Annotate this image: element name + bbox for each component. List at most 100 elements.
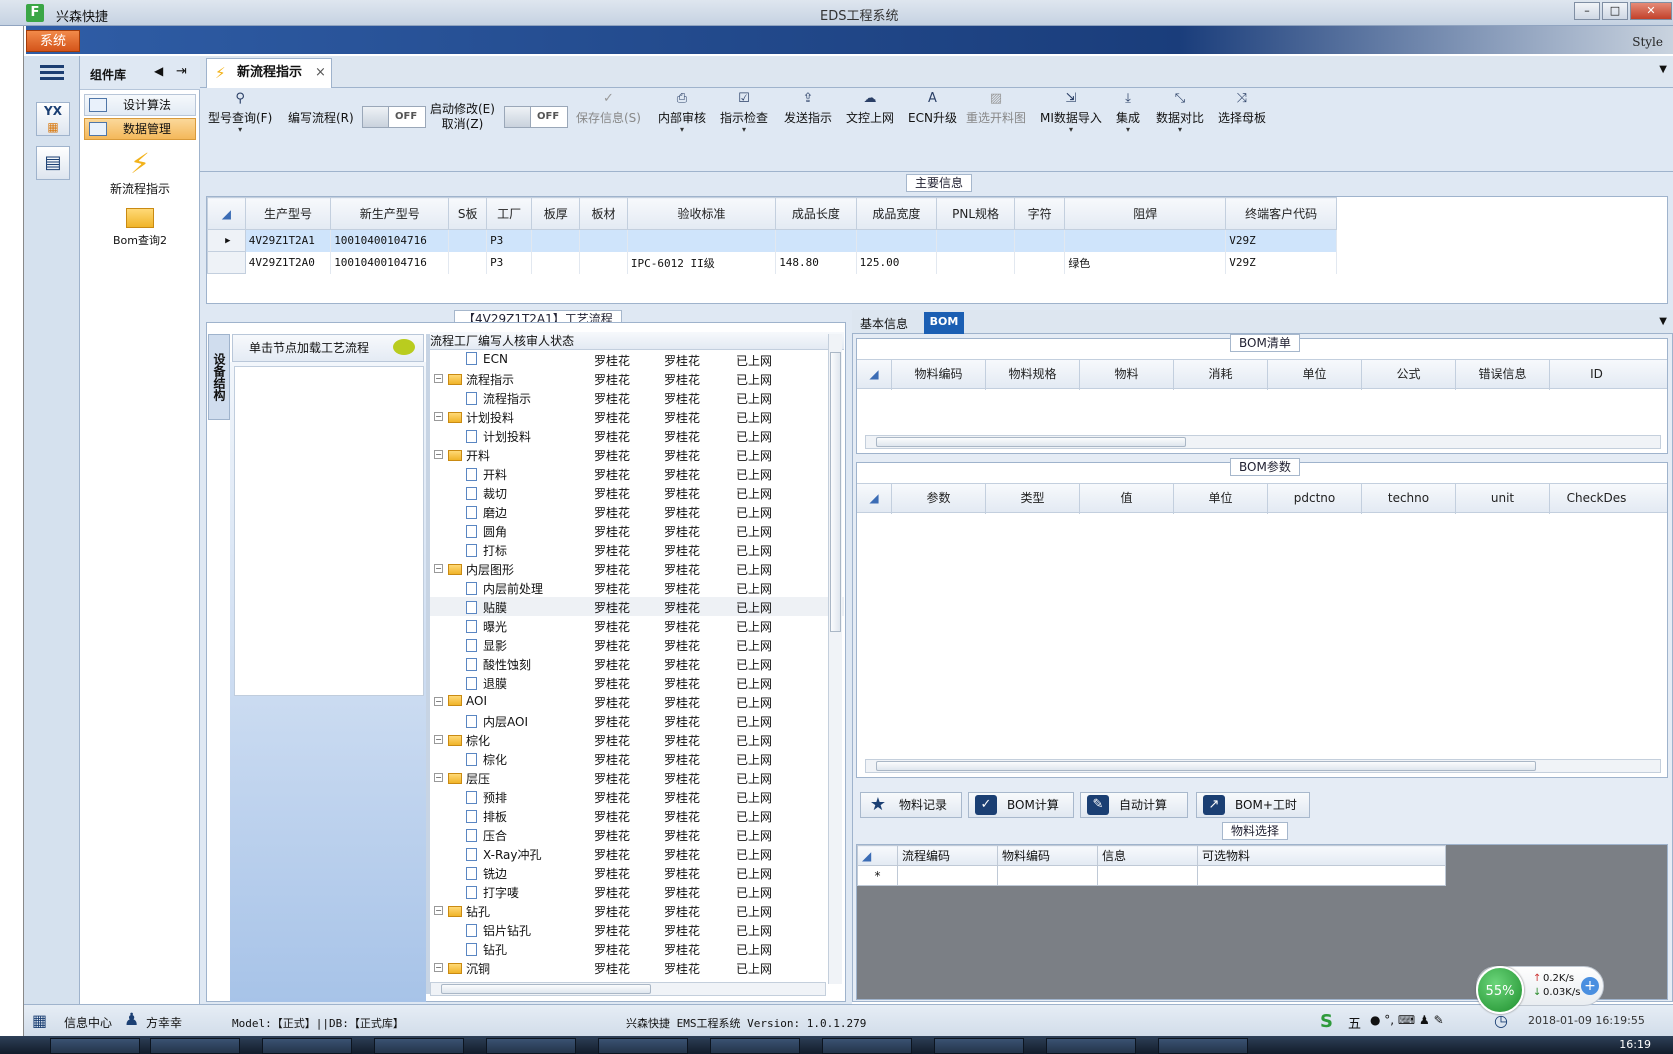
taskbar-app-button[interactable] [486, 1038, 576, 1054]
ecn-upgrade-button[interactable]: A ECN升级 [908, 92, 957, 126]
main-info-column-header[interactable]: 验收标准 [626, 197, 777, 230]
collapse-toggle-icon[interactable]: − [434, 374, 443, 383]
process-tree-row[interactable]: 酸性蚀刻 罗桂花 罗桂花 已上网 [430, 654, 844, 673]
main-info-cell[interactable]: 10010400104716 [330, 229, 450, 252]
bom-list-column-header[interactable]: 错误信息 [1455, 360, 1549, 390]
main-info-cell[interactable]: 125.00 [856, 251, 938, 274]
taskbar-app-button[interactable] [822, 1038, 912, 1054]
process-tree-row[interactable]: 开料 罗桂花 罗桂花 已上网 [430, 464, 844, 483]
scroll-thumb[interactable] [876, 437, 1186, 447]
bom-list-column-header[interactable]: 消耗 [1173, 360, 1267, 390]
process-tree-row[interactable]: 内层AOI 罗桂花 罗桂花 已上网 [430, 711, 844, 730]
taskbar-app-button[interactable] [934, 1038, 1024, 1054]
sogou-ime-icon[interactable]: S [1320, 1011, 1333, 1032]
main-info-cell[interactable] [531, 229, 581, 252]
collapse-toggle-icon[interactable]: − [434, 697, 443, 706]
main-info-cell[interactable]: 4V29Z1T2A1 [245, 229, 332, 252]
data-compare-button[interactable]: ⤡ 数据对比 ▾ [1156, 92, 1204, 134]
material-select-column-header[interactable]: 物料编码 [997, 845, 1098, 866]
main-info-cell[interactable]: P3 [486, 251, 533, 274]
process-tree-row[interactable]: − 内层图形 罗桂花 罗桂花 已上网 [430, 559, 844, 578]
pin-exit-icon[interactable]: ⇥ [176, 64, 187, 79]
process-tree-row[interactable]: 钻孔 罗桂花 罗桂花 已上网 [430, 939, 844, 958]
collapse-toggle-icon[interactable]: − [434, 450, 443, 459]
process-tree-row[interactable]: 打字唛 罗桂花 罗桂花 已上网 [430, 882, 844, 901]
ime-tools-icon[interactable]: ● °, ⌨ ♟ ✎ [1370, 1013, 1444, 1027]
start-modify-toggle[interactable]: OFF [504, 106, 568, 128]
minimize-button[interactable]: – [1574, 2, 1600, 20]
scroll-thumb[interactable] [876, 761, 1536, 771]
save-info-button[interactable]: ✓ 保存信息(S) [576, 92, 641, 126]
collapse-toggle-icon[interactable]: − [434, 773, 443, 782]
calculator-icon[interactable]: ▤ [36, 146, 70, 180]
main-info-cell[interactable] [856, 229, 938, 252]
main-info-row[interactable]: 4V29Z1T2A0 10010400104716 P3 IPC-6012 II级 14… [207, 251, 1337, 274]
process-tree-row[interactable]: − AOI 罗桂花 罗桂花 已上网 [430, 692, 844, 711]
main-info-column-header[interactable]: 板厚 [531, 197, 581, 230]
process-tree-row[interactable]: 压合 罗桂花 罗桂花 已上网 [430, 825, 844, 844]
main-info-cell[interactable]: 148.80 [775, 251, 857, 274]
main-info-column-header[interactable]: 工厂 [486, 197, 533, 230]
main-info-cell[interactable] [627, 229, 777, 252]
current-row-indicator-icon[interactable]: ▶ [207, 229, 246, 252]
tab-basic-info[interactable]: 基本信息 [860, 315, 908, 332]
main-info-column-header[interactable]: 成品宽度 [855, 197, 938, 230]
bom-params-column-header[interactable]: pdctno [1267, 484, 1361, 514]
taskbar-app-button[interactable] [150, 1038, 240, 1054]
action-button[interactable]: ↗ BOM+工时 [1196, 792, 1310, 818]
bom-params-hscroll[interactable] [865, 759, 1661, 773]
style-label[interactable]: Style [1632, 35, 1663, 49]
process-tree-row[interactable]: 棕化 罗桂花 罗桂花 已上网 [430, 749, 844, 768]
process-tree-row[interactable]: 预排 罗桂花 罗桂花 已上网 [430, 787, 844, 806]
main-info-cell[interactable]: 4V29Z1T2A0 [245, 251, 332, 274]
main-info-cell[interactable] [775, 229, 857, 252]
process-tree-row[interactable]: 磨边 罗桂花 罗桂花 已上网 [430, 502, 844, 521]
bom-list-column-header[interactable]: 单位 [1267, 360, 1361, 390]
collapse-toggle-icon[interactable]: − [434, 735, 443, 744]
process-tree-row[interactable]: − 钻孔 罗桂花 罗桂花 已上网 [430, 901, 844, 920]
process-tree-row[interactable]: 打标 罗桂花 罗桂花 已上网 [430, 540, 844, 559]
mi-import-button[interactable]: ⇲ MI数据导入 ▾ [1040, 92, 1102, 134]
process-tree-row[interactable]: 内层前处理 罗桂花 罗桂花 已上网 [430, 578, 844, 597]
bom-query-item[interactable]: Bom查询2 [94, 204, 186, 248]
process-tree-row[interactable]: − 开料 罗桂花 罗桂花 已上网 [430, 445, 844, 464]
write-flow-toggle[interactable]: OFF [362, 106, 426, 128]
process-column-header[interactable]: 核审人 [514, 334, 550, 348]
click-node-hint[interactable]: 单击节点加载工艺流程 [232, 334, 424, 362]
main-info-cell[interactable]: V29Z [1225, 229, 1337, 252]
bom-params-column-header[interactable]: 类型 [985, 484, 1079, 514]
process-column-header[interactable]: 编写人 [478, 334, 514, 348]
collapse-toggle-icon[interactable]: − [434, 963, 443, 972]
main-info-cell[interactable] [448, 229, 488, 252]
main-info-column-header[interactable]: S板 [448, 197, 488, 230]
main-info-cell[interactable] [1064, 229, 1227, 252]
bom-params-column-header[interactable]: unit [1455, 484, 1549, 514]
main-info-column-header[interactable]: 新生产型号 [330, 197, 450, 230]
collapse-toggle-icon[interactable]: − [434, 412, 443, 421]
action-button[interactable]: ✎ 自动计算 [1080, 792, 1188, 818]
process-tree-hscroll[interactable] [430, 982, 826, 996]
collapse-left-icon[interactable]: ◀ [154, 64, 163, 78]
model-query-button[interactable]: ⚲ 型号查询(F) ▾ [208, 92, 272, 134]
instruction-check-button[interactable]: ☑ 指示检查 ▾ [720, 92, 768, 134]
tab-overflow-chevron-icon[interactable]: ▼ [1659, 64, 1667, 75]
plus-icon[interactable]: + [1581, 977, 1599, 995]
process-tree-row[interactable]: 裁切 罗桂花 罗桂花 已上网 [430, 483, 844, 502]
main-info-column-header[interactable]: 板材 [579, 197, 628, 230]
collapse-toggle-icon[interactable]: − [434, 564, 443, 573]
process-tree-row[interactable]: 流程指示 罗桂花 罗桂花 已上网 [430, 388, 844, 407]
bom-params-column-header[interactable]: 值 [1079, 484, 1173, 514]
new-row[interactable]: * [857, 865, 1446, 886]
process-tree-row[interactable]: − 沉铜 罗桂花 罗桂花 已上网 [430, 958, 844, 977]
taskbar-app-button[interactable] [374, 1038, 464, 1054]
main-info-cell[interactable] [579, 229, 628, 252]
main-info-column-header[interactable]: 生产型号 [244, 197, 332, 230]
collapse-toggle-icon[interactable]: − [434, 906, 443, 915]
lib-item-design-algorithm[interactable]: 设计算法 [84, 94, 196, 116]
process-tree-vscroll[interactable] [828, 334, 842, 984]
bom-list-column-header[interactable]: ID [1549, 360, 1643, 390]
process-tree-row[interactable]: − 流程指示 罗桂花 罗桂花 已上网 [430, 369, 844, 388]
main-info-cell[interactable]: V29Z [1225, 251, 1337, 274]
material-cell[interactable] [897, 865, 998, 886]
taskbar-app-button[interactable] [598, 1038, 688, 1054]
